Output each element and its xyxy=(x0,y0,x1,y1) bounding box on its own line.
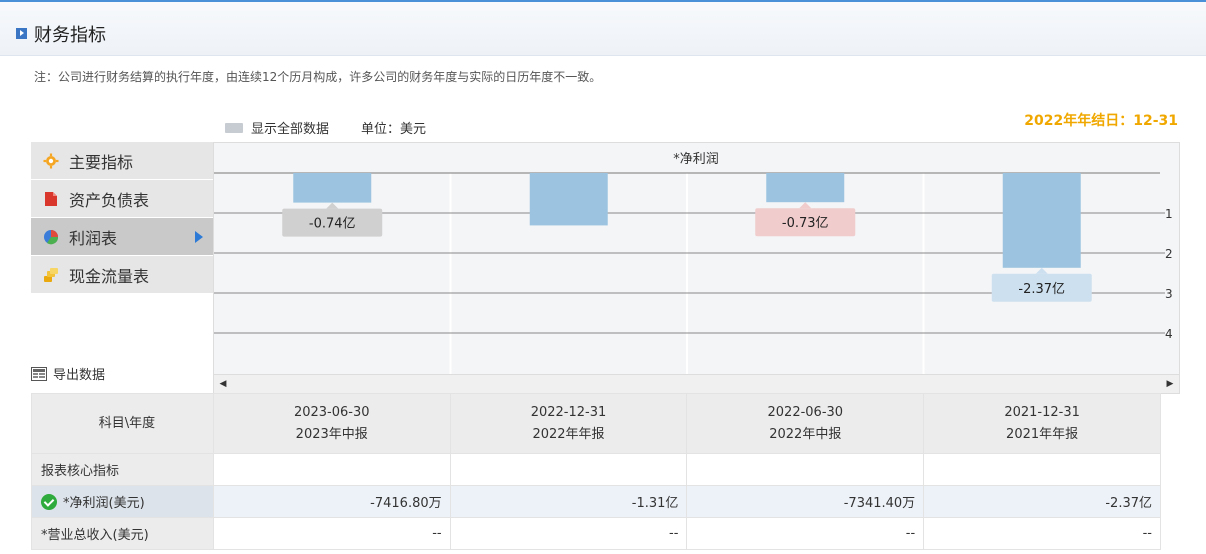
fiscal-year-note: 注：公司进行财务结算的执行年度，由连续12个历月构成，许多公司的财务年度与实际的… xyxy=(34,70,602,84)
legend-swatch-icon[interactable] xyxy=(225,122,243,133)
y-tick-label: 2 xyxy=(1165,247,1173,261)
table-cell xyxy=(212,453,451,486)
column-date: 2021-12-31 xyxy=(1004,404,1080,420)
table-cell: -2.37亿 xyxy=(923,485,1161,518)
table-cell xyxy=(923,453,1161,486)
column-period: 2022年年报 xyxy=(532,426,605,442)
active-arrow-icon xyxy=(195,231,203,243)
menu-item-label: 利润表 xyxy=(69,228,118,248)
column-period: 2021年年报 xyxy=(1006,426,1079,442)
table-cell: -1.31亿 xyxy=(449,485,688,518)
table-cell xyxy=(686,453,925,486)
column-date: 2023-06-30 xyxy=(293,404,370,420)
table-row[interactable]: *营业总收入(美元) -- -- -- -- xyxy=(31,517,1161,550)
data-label: -0.73亿 xyxy=(782,216,829,231)
row-label-cell[interactable]: *净利润(美元) xyxy=(31,485,214,518)
page-title: 财务指标 xyxy=(34,25,106,46)
column-period: 2022年中报 xyxy=(769,426,842,442)
table-cell xyxy=(449,453,688,486)
table-cell: -- xyxy=(449,517,688,550)
column-header[interactable]: 2021-12-31 2021年年报 xyxy=(923,393,1161,454)
table-cell: -- xyxy=(923,517,1161,550)
column-header[interactable]: 2022-06-30 2022年中报 xyxy=(686,393,925,454)
show-all-data-toggle[interactable]: 显示全部数据 xyxy=(251,118,329,137)
chart-bar xyxy=(766,173,845,203)
menu-item-main-indicators[interactable]: 主要指标 xyxy=(31,142,213,180)
export-icon xyxy=(31,366,47,381)
column-header[interactable]: 2022-12-31 2022年年报 xyxy=(449,393,688,454)
y-tick-label: 1 xyxy=(1165,207,1173,221)
document-icon xyxy=(43,191,59,207)
export-data-button[interactable]: 导出数据 xyxy=(31,364,105,383)
table-corner-cell: 科目\年度 xyxy=(31,393,214,454)
table-cell: -- xyxy=(212,517,451,550)
chart-scrollbar[interactable]: ◀ ▶ xyxy=(214,374,1179,393)
table-cell: -7341.40万 xyxy=(686,485,925,518)
column-header[interactable]: 2023-06-30 2023年中报 xyxy=(212,393,451,454)
checkmark-icon xyxy=(41,494,57,510)
row-label: 报表核心指标 xyxy=(31,453,214,486)
menu-item-cash-flow[interactable]: 现金流量表 xyxy=(31,256,213,294)
chart-bar xyxy=(293,173,372,203)
data-label: -0.74亿 xyxy=(309,217,356,232)
table-header-row: 科目\年度 2023-06-30 2023年中报 2022-12-31 2022年年… xyxy=(31,393,1161,454)
page-header: 财务指标 xyxy=(0,0,1206,56)
unit-label: 单位：美元 xyxy=(361,122,427,137)
chart-canvas: 1 2 3 4 -0.74亿 -0.73亿 -2.37亿 *净利润 xyxy=(214,152,1173,374)
row-label: *净利润(美元) xyxy=(63,496,145,511)
y-tick-label: 4 xyxy=(1165,327,1173,341)
export-label: 导出数据 xyxy=(53,368,106,383)
table-cell: -7416.80万 xyxy=(212,485,451,518)
y-tick-label: 3 xyxy=(1165,287,1173,301)
chart-bar xyxy=(1002,173,1081,268)
table-row: 报表核心指标 xyxy=(31,453,1161,486)
expand-arrow-icon[interactable] xyxy=(16,28,27,39)
scroll-right-icon[interactable]: ▶ xyxy=(1161,375,1179,393)
chart-bar xyxy=(529,173,608,226)
column-date: 2022-12-31 xyxy=(530,404,607,420)
scroll-left-icon[interactable]: ◀ xyxy=(214,375,232,393)
statement-menu: 主要指标 资产负债表 利润表 现金流量表 xyxy=(31,142,213,294)
menu-item-label: 主要指标 xyxy=(69,152,134,172)
year-end-date: 2022年年结日：12-31 xyxy=(1024,113,1178,129)
row-label: *营业总收入(美元) xyxy=(31,517,214,550)
menu-item-income-statement[interactable]: 利润表 xyxy=(31,218,213,256)
table-cell: -- xyxy=(686,517,925,550)
chart-legend: 显示全部数据 单位：美元 xyxy=(225,118,426,137)
gear-icon xyxy=(43,153,59,169)
data-label: -2.37亿 xyxy=(1018,282,1065,297)
net-profit-chart: 1 2 3 4 -0.74亿 -0.73亿 -2.37亿 *净利润 ◀ ▶ xyxy=(213,142,1180,394)
column-period: 2023年中报 xyxy=(295,426,368,442)
menu-item-balance-sheet[interactable]: 资产负债表 xyxy=(31,180,213,218)
column-date: 2022-06-30 xyxy=(767,404,844,420)
menu-item-label: 现金流量表 xyxy=(69,266,150,286)
pie-chart-icon xyxy=(43,229,59,245)
menu-item-label: 资产负债表 xyxy=(69,190,150,210)
financial-table: 科目\年度 2023-06-30 2023年中报 2022-12-31 2022年年… xyxy=(31,393,1161,550)
chart-title: *净利润 xyxy=(673,152,719,167)
coins-icon xyxy=(43,267,59,283)
table-row-selected[interactable]: *净利润(美元) -7416.80万 -1.31亿 -7341.40万 -2.3… xyxy=(31,485,1161,518)
